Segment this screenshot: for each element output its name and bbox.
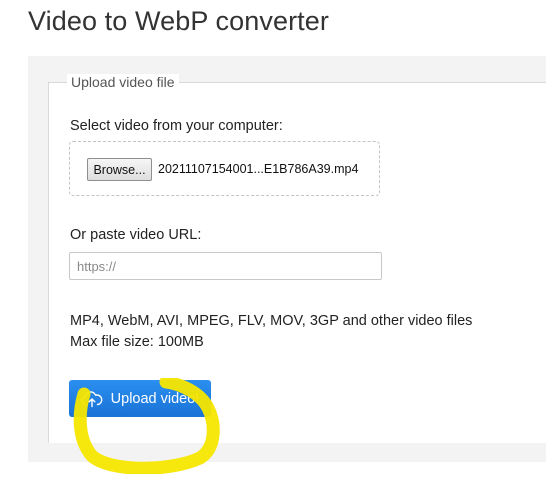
supported-formats-text: MP4, WebM, AVI, MPEG, FLV, MOV, 3GP and … bbox=[70, 313, 473, 329]
upload-video-button[interactable]: Upload video! bbox=[69, 380, 211, 417]
file-section-label: Select video from your computer: bbox=[70, 118, 283, 134]
cloud-upload-icon bbox=[80, 390, 103, 408]
upload-button-label: Upload video! bbox=[110, 390, 200, 407]
video-url-input[interactable] bbox=[69, 252, 382, 280]
fieldset-legend: Upload video file bbox=[67, 74, 179, 90]
selected-file-name: 20211107154001...E1B786A39.mp4 bbox=[158, 162, 359, 176]
url-section-label: Or paste video URL: bbox=[70, 227, 202, 243]
browse-button[interactable]: Browse... bbox=[87, 158, 152, 181]
max-file-size-text: Max file size: 100MB bbox=[70, 334, 204, 350]
page-title: Video to WebP converter bbox=[28, 6, 329, 36]
